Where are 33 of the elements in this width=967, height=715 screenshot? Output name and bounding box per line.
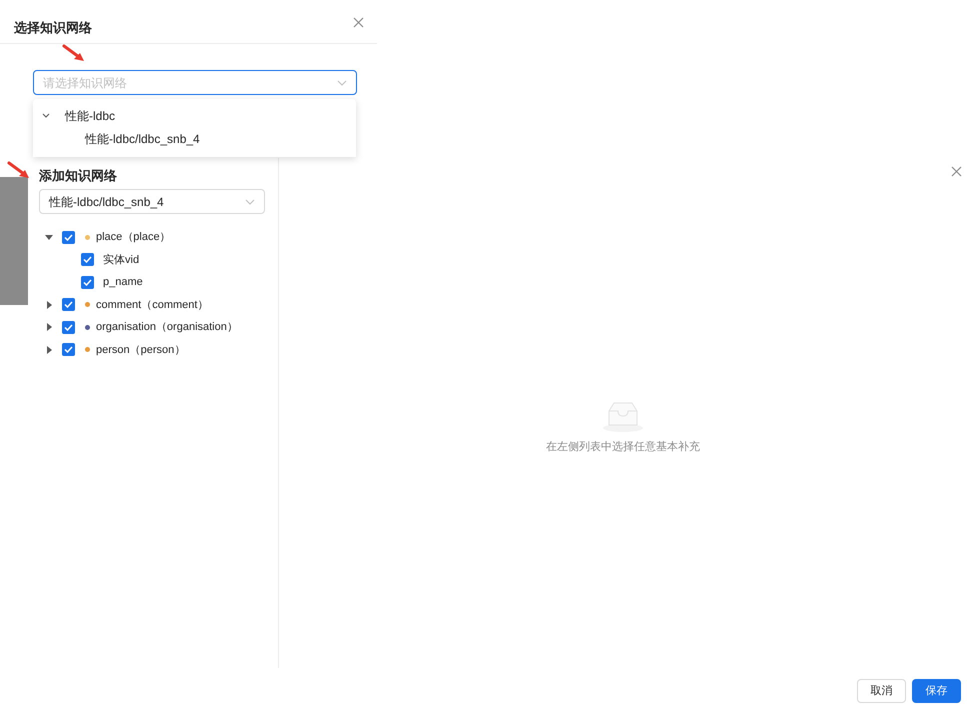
tree-item-label[interactable]: comment（comment） xyxy=(96,296,208,313)
checkbox[interactable] xyxy=(62,320,75,334)
tree-item-label[interactable]: person（person） xyxy=(96,342,186,358)
tree-item-label[interactable]: p_name xyxy=(103,274,143,290)
pointer-arrow-icon xyxy=(7,161,31,181)
chevron-down-icon xyxy=(245,198,255,204)
caret-icon[interactable] xyxy=(45,346,53,354)
close-icon[interactable] xyxy=(353,17,364,28)
select-placeholder: 请选择知识网络 xyxy=(43,74,127,92)
tree-item-label[interactable]: 实体vid xyxy=(103,252,140,268)
caret-icon[interactable] xyxy=(45,323,53,332)
checkbox[interactable] xyxy=(62,230,75,244)
caret-icon[interactable] xyxy=(45,300,53,309)
dropdown-option[interactable]: 性能-ldbc xyxy=(65,107,116,125)
checkbox[interactable] xyxy=(62,343,75,356)
tree-item-label[interactable]: place（place） xyxy=(96,229,171,246)
cancel-button[interactable]: 取消 xyxy=(857,679,906,703)
caret-icon[interactable] xyxy=(45,233,53,242)
tree-item-label[interactable]: organisation（organisation） xyxy=(96,319,238,336)
select-value: 性能-ldbc/ldbc_snb_4 xyxy=(49,194,164,210)
chevron-down-icon xyxy=(337,80,347,86)
dialog-title: 选择知识网络 xyxy=(14,18,92,37)
pointer-arrow-icon xyxy=(62,44,86,64)
checkbox[interactable] xyxy=(81,276,94,289)
checkbox[interactable] xyxy=(62,298,75,312)
empty-state-message: 在左侧列表中选择任意基本补充 xyxy=(546,440,700,455)
checkbox[interactable] xyxy=(81,253,94,266)
select-field[interactable]: 性能-ldbc/ldbc_snb_4 xyxy=(39,189,265,214)
save-button[interactable]: 保存 xyxy=(912,679,961,703)
close-icon[interactable] xyxy=(951,166,962,177)
caret-icon[interactable] xyxy=(42,113,50,119)
dialog-title: 添加知识网络 xyxy=(39,167,118,184)
dropdown-option[interactable]: 性能-ldbc/ldbc_snb_4 xyxy=(85,130,200,148)
